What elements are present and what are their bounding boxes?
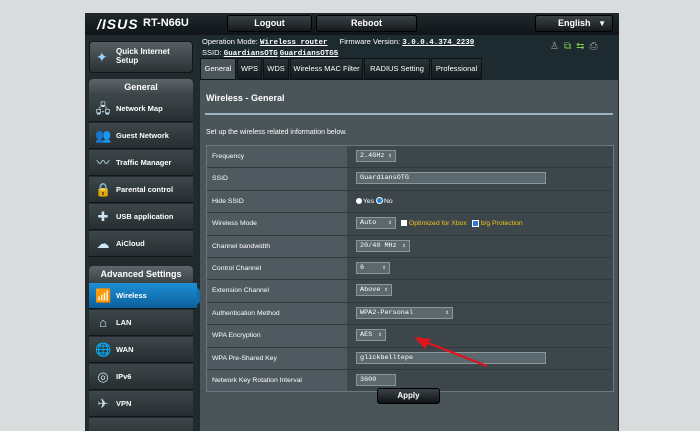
annotation-arrow xyxy=(414,337,488,368)
router-admin-window: /ISUS RT-N66U Logout Reboot English ▼ ✦ … xyxy=(85,13,619,431)
